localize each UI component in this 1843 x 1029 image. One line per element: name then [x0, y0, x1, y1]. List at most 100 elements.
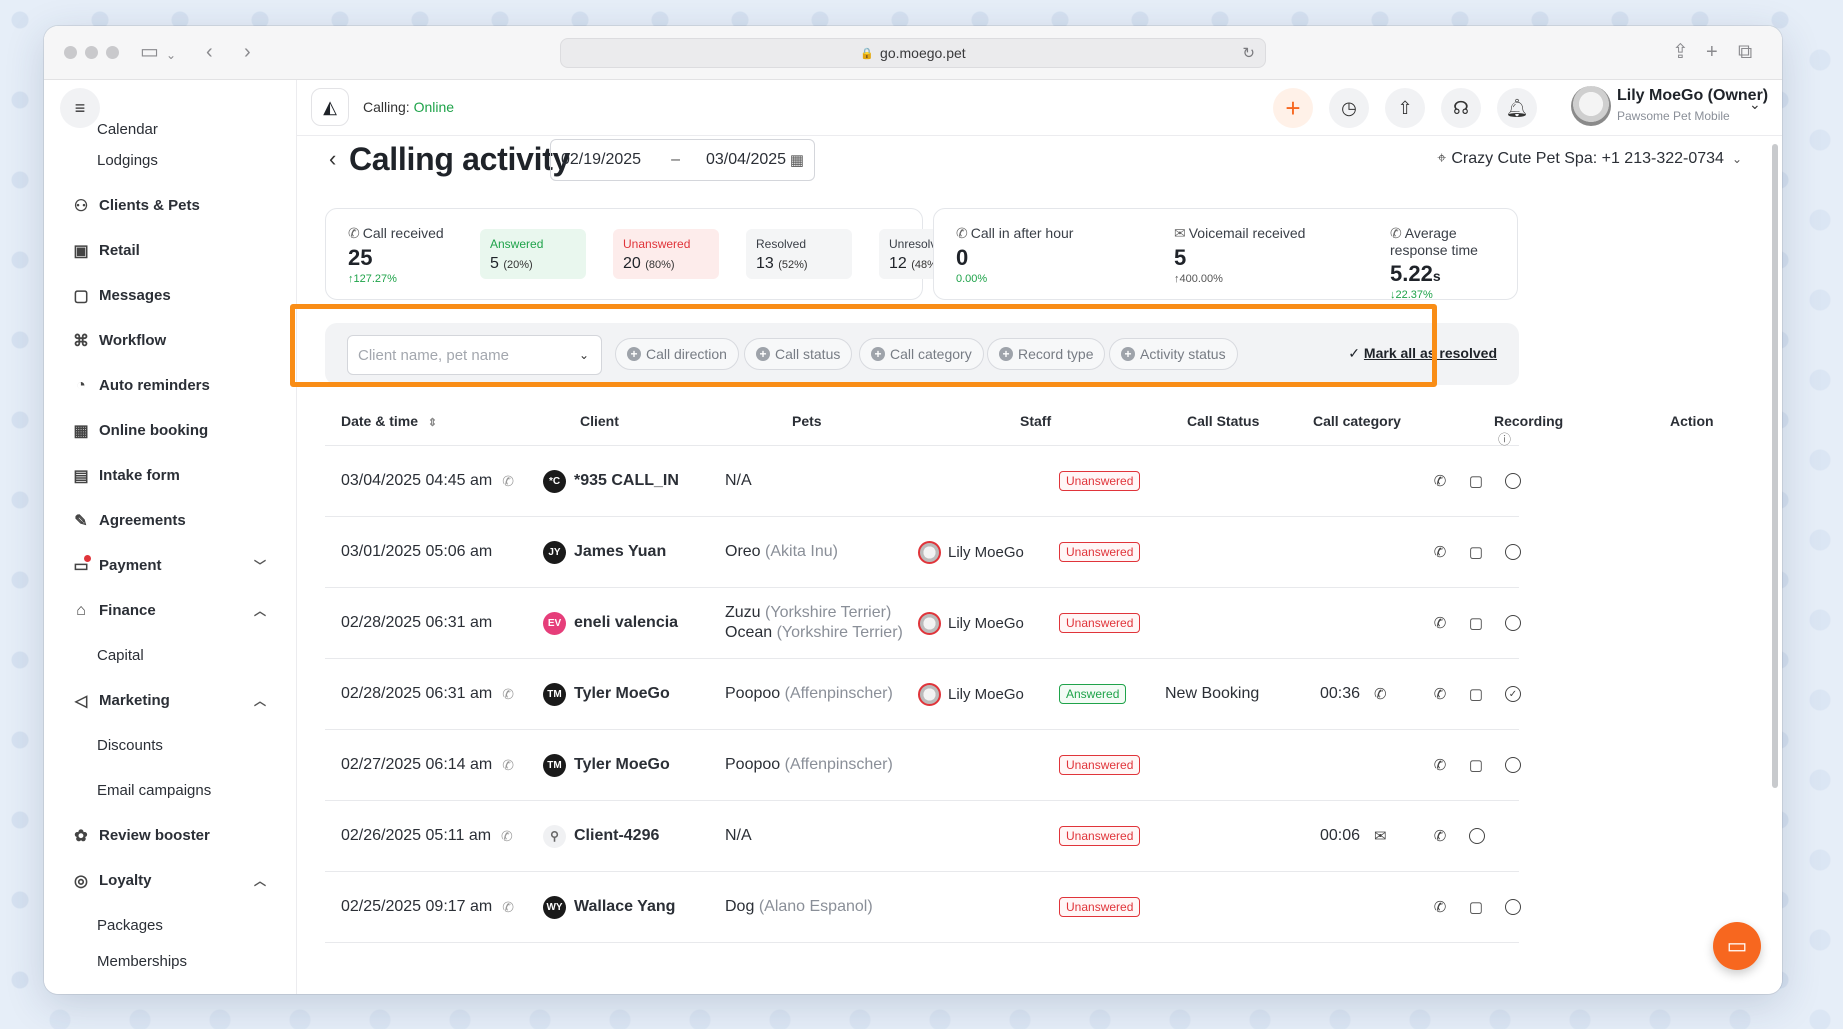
table-row[interactable]: 02/25/2025 09:17 am ✆ WY Wallace Yang Dog (A… [325, 872, 1521, 943]
stat-unanswered[interactable]: Unanswered 20 (80%) [613, 229, 719, 279]
sidebar-item-finance[interactable]: ⌂ Finance ︿ [44, 588, 296, 633]
sidebar-item-retail[interactable]: ▣ Retail [44, 228, 296, 273]
info-icon[interactable]: ⓘ [1498, 432, 1511, 447]
call-icon[interactable]: ✆ [1431, 588, 1449, 658]
message-icon[interactable]: ▢ [1467, 872, 1485, 942]
forward-icon[interactable]: › [244, 40, 251, 64]
voicemail-icon[interactable]: ✉ [1374, 827, 1387, 845]
resolve-circle-icon[interactable] [1505, 588, 1521, 658]
scrollbar[interactable] [1772, 144, 1778, 788]
date-to[interactable]: 03/04/2025 [706, 151, 786, 169]
chevron-down-icon[interactable]: ⌄ [166, 43, 176, 67]
client-name[interactable]: Wallace Yang [574, 898, 675, 916]
reload-icon[interactable]: ↻ [1242, 44, 1255, 62]
menu-icon[interactable]: ≡ [60, 88, 100, 128]
cell-recording[interactable]: 00:36 ✆ [1320, 659, 1387, 729]
message-icon[interactable]: ▢ [1467, 517, 1485, 587]
chevron-up-icon[interactable]: ︿ [254, 872, 266, 889]
clock-icon[interactable]: ◷ [1329, 88, 1369, 128]
client-name[interactable]: Tyler MoeGo [574, 756, 670, 774]
bell-icon[interactable]: 🔔︎ [1497, 88, 1537, 128]
phone-recording-icon[interactable]: ✆ [1374, 685, 1387, 703]
resolve-circle-icon[interactable] [1505, 446, 1521, 516]
sidebar-item-auto-reminders[interactable]: ◔ Auto reminders [44, 363, 296, 408]
table-row[interactable]: 03/01/2025 05:06 am JY James Yuan Oreo (Aki… [325, 517, 1521, 588]
col-date[interactable]: Date & time ⇕ [341, 413, 437, 429]
location-selector[interactable]: ⌖ Crazy Cute Pet Spa: +1 213-322-0734 ⌄ [1437, 150, 1742, 168]
sidebar-item-online-booking[interactable]: ▦ Online booking [44, 408, 296, 453]
mark-all-resolved-button[interactable]: ✓ Mark all as resolved [1348, 345, 1497, 362]
back-arrow-icon[interactable]: ‹ [329, 146, 336, 172]
client-name[interactable]: eneli valencia [574, 614, 678, 632]
sidebar-item-review-booster[interactable]: ✿ Review booster [44, 813, 296, 858]
avatar[interactable] [1571, 86, 1611, 126]
call-icon[interactable]: ✆ [1431, 801, 1449, 871]
sidebar-item-email-campaigns[interactable]: Email campaigns [44, 768, 296, 813]
back-icon[interactable]: ‹ [206, 40, 213, 64]
cell-client[interactable]: *C *935 CALL_IN [543, 446, 679, 516]
stat-unresolved[interactable]: Unresolved 12 (48%) [879, 229, 985, 279]
sidebar-item-clients-pets[interactable]: ⚇ Clients & Pets [44, 183, 296, 228]
filter-call-category[interactable]: + Call category [859, 338, 984, 370]
sidebar-item-discounts[interactable]: Discounts [44, 723, 296, 768]
filter-activity-status[interactable]: + Activity status [1109, 338, 1238, 370]
resolved-check-icon[interactable]: ✓ [1505, 659, 1521, 729]
filter-call-status[interactable]: + Call status [744, 338, 853, 370]
chevron-up-icon[interactable]: ︿ [254, 692, 266, 709]
cell-client[interactable]: ⚲ Client-4296 [543, 801, 659, 871]
sidebar-item-lodgings[interactable]: Lodgings [44, 138, 296, 183]
chevron-down-icon[interactable]: ⌄ [1749, 96, 1761, 113]
date-from[interactable]: 02/19/2025 [561, 151, 641, 169]
tabs-overview-icon[interactable]: ⧉ [1738, 40, 1752, 64]
resolve-circle-icon[interactable] [1505, 730, 1521, 800]
address-bar[interactable]: 🔒 go.moego.pet ↻ [560, 38, 1266, 68]
share-icon[interactable]: ⇪ [1672, 40, 1689, 64]
table-row[interactable]: 02/28/2025 06:31 am ✆ TM Tyler MoeGo Poopoo … [325, 659, 1521, 730]
calendar-icon[interactable]: ▦ [790, 151, 804, 169]
client-name[interactable]: Client-4296 [574, 827, 659, 845]
sidebar-item-loyalty[interactable]: ◎ Loyalty ︿ [44, 858, 296, 903]
sidebar-item-packages[interactable]: Packages [44, 903, 296, 948]
sidebar-item-workflow[interactable]: ⌘ Workflow [44, 318, 296, 363]
filter-call-direction[interactable]: + Call direction [615, 338, 739, 370]
cell-client[interactable]: TM Tyler MoeGo [543, 659, 670, 729]
sidebar-item-memberships[interactable]: Memberships [44, 948, 296, 970]
table-row[interactable]: 03/04/2025 04:45 am ✆ *C *935 CALL_IN N/A Un… [325, 446, 1521, 517]
client-name[interactable]: James Yuan [574, 543, 666, 561]
new-tab-icon[interactable]: + [1706, 40, 1718, 64]
resolve-circle-icon[interactable] [1469, 801, 1485, 871]
cell-client[interactable]: JY James Yuan [543, 517, 666, 587]
table-row[interactable]: 02/26/2025 05:11 am ✆ ⚲ Client-4296 N/A Unan… [325, 801, 1519, 872]
message-icon[interactable]: ▢ [1467, 446, 1485, 516]
message-icon[interactable]: ▢ [1467, 730, 1485, 800]
date-range-picker[interactable]: 02/19/2025 – 03/04/2025 ▦ [550, 139, 815, 181]
cell-client[interactable]: EV eneli valencia [543, 588, 678, 658]
table-row[interactable]: 02/27/2025 06:14 am ✆ TM Tyler MoeGo Poopoo … [325, 730, 1521, 801]
message-icon[interactable]: ▢ [1467, 588, 1485, 658]
message-icon[interactable]: ▢ [1467, 659, 1485, 729]
resolve-circle-icon[interactable] [1505, 517, 1521, 587]
cell-client[interactable]: TM Tyler MoeGo [543, 730, 670, 800]
call-icon[interactable]: ✆ [1431, 517, 1449, 587]
chevron-up-icon[interactable]: ︿ [254, 602, 266, 619]
table-row[interactable]: 02/28/2025 06:31 am EV eneli valencia Zuzu … [325, 588, 1521, 659]
user-name[interactable]: Lily MoeGo (Owner) [1617, 87, 1768, 105]
add-icon[interactable]: + [1273, 88, 1313, 128]
sidebar-toggle-icon[interactable]: ▭ [140, 40, 159, 64]
client-name[interactable]: *935 CALL_IN [574, 472, 679, 490]
call-icon[interactable]: ✆ [1431, 659, 1449, 729]
call-icon[interactable]: ✆ [1431, 872, 1449, 942]
stat-answered[interactable]: Answered 5 (20%) [480, 229, 586, 279]
resolve-circle-icon[interactable] [1505, 872, 1521, 942]
filter-record-type[interactable]: + Record type [987, 338, 1106, 370]
client-search-select[interactable]: Client name, pet name ⌄ [347, 335, 602, 375]
call-icon[interactable]: ✆ [1431, 446, 1449, 516]
sidebar-item-messages[interactable]: ▢ Messages [44, 273, 296, 318]
upload-icon[interactable]: ⇧ [1385, 88, 1425, 128]
sidebar-item-capital[interactable]: Capital [44, 633, 296, 678]
cell-client[interactable]: WY Wallace Yang [543, 872, 675, 942]
sort-icon[interactable]: ⇕ [428, 417, 437, 429]
sidebar-item-payment[interactable]: ▭ Payment ﹀ [44, 543, 296, 588]
sidebar-item-intake-form[interactable]: ▤ Intake form [44, 453, 296, 498]
chevron-down-icon[interactable]: ﹀ [254, 557, 266, 574]
